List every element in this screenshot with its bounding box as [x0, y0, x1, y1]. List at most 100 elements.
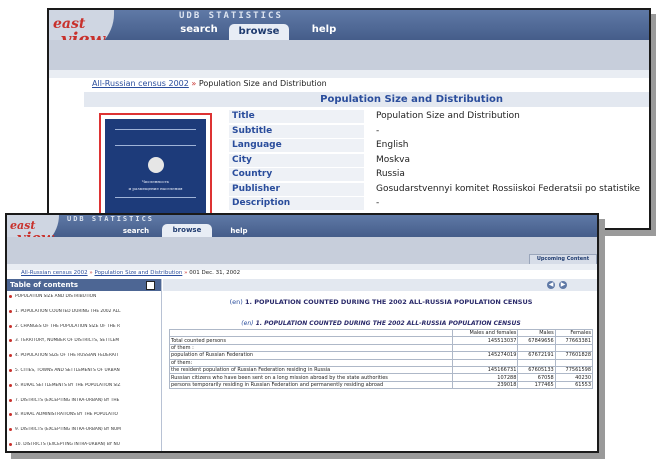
cell-value: 77663381: [554, 336, 594, 345]
header-bar: UDB STATISTICS search browse help: [7, 215, 597, 237]
bullet-icon: [9, 295, 12, 298]
toc-item[interactable]: 6. RURAL SETTLEMENTS BY THE POPULATION S…: [7, 383, 161, 388]
toc-item[interactable]: 2. CHANGES OF THE POPULATION SIZE OF THE…: [7, 324, 161, 329]
prev-page-icon[interactable]: ◀: [547, 281, 555, 289]
table-row: Total counted persons 145513037 67849656 77…: [169, 336, 594, 345]
tab-browse[interactable]: browse: [229, 24, 289, 40]
cell-value: [451, 343, 519, 353]
table-row: persons temporarily residing in Russian …: [169, 380, 594, 390]
cell-value: 67672191: [517, 351, 556, 360]
table-row: the resident population of Russian Feder…: [169, 365, 594, 375]
breadcrumb-separator: »: [89, 270, 93, 276]
cell-value: 67849656: [517, 336, 556, 345]
metadata-value: Gosudarstvennyi komitet Rossiiskoi Feder…: [376, 183, 641, 194]
toc-title: Table of contents: [10, 281, 79, 289]
page-title: Population Size and Distribution: [320, 94, 503, 105]
breadcrumb-separator: »: [191, 79, 197, 88]
cell-value: 67058: [517, 373, 556, 382]
metadata-row: Publisher Gosudarstvennyi komitet Rossiis…: [229, 182, 649, 196]
tab-browse[interactable]: browse: [162, 224, 212, 237]
sub-bar: [49, 40, 649, 70]
cell-value: [517, 343, 556, 353]
window-metadata: UDB STATISTICS search browse help east v…: [47, 8, 651, 230]
toc-item[interactable]: 7. DISTRICTS (EXCEPTING INTRA-URBAN) BY …: [7, 398, 161, 403]
toc-item[interactable]: 4. POPULATION SIZE OF THE RUSSIAN FEDERA…: [7, 353, 161, 358]
toc-item[interactable]: 5. CITIES, TOWNS AND SETTLEMENTS OF URBA…: [7, 368, 161, 373]
toc-item[interactable]: POPULATION SIZE AND DISTRIBUTION: [7, 294, 161, 299]
tab-search[interactable]: search: [107, 227, 165, 235]
toc-item-label: 8. RURAL ADMINISTRATIONS BY THE POPULATI…: [15, 412, 118, 418]
tab-search[interactable]: search: [169, 24, 229, 35]
breadcrumb-current: Population Size and Distribution: [198, 79, 327, 88]
bullet-icon: [9, 369, 12, 372]
bullet-icon: [9, 428, 12, 432]
toc-item-label: 7. DISTRICTS (EXCEPTING INTRA-URBAN) BY …: [15, 397, 120, 403]
toc-item-label: 9. DISTRICTS (EXCEPTING INTRA-URBAN) BY …: [15, 427, 121, 433]
column-header: Males: [517, 328, 556, 338]
toc-item[interactable]: 3. TERRITORY, NUMBER OF DISTRICTS, SETTL…: [7, 338, 161, 343]
table-row: Russian citizens who have been sent on a…: [169, 373, 594, 382]
metadata-value: Russia: [376, 169, 405, 179]
table-header-row: Males and females Males Females: [169, 328, 594, 338]
section-heading: (en) 1. POPULATION COUNTED DURING THE 20…: [163, 298, 597, 306]
toc-item[interactable]: 10. DISTRICTS (EXCEPTING INTRA-URBAN) BY…: [7, 442, 161, 447]
toc-item-label: 1. POPULATION COUNTED DURING THE 2002 AL…: [15, 308, 121, 314]
breadcrumb-link-census[interactable]: All-Russian census 2002: [21, 270, 88, 276]
cell-value: 145513037: [451, 336, 519, 345]
window-document: UDB STATISTICS search browse help east v…: [5, 213, 599, 453]
cell-value: 77561598: [554, 365, 594, 375]
metadata-key: Subtitle: [229, 124, 364, 138]
cell-value: 107288: [451, 373, 519, 382]
tab-help[interactable]: help: [219, 227, 259, 235]
lang-tag-en[interactable]: (en): [241, 320, 253, 327]
close-toc-icon[interactable]: [146, 281, 155, 290]
metadata-key: Description: [229, 197, 364, 210]
cell-value: 61553: [554, 380, 594, 390]
cell-value: 145166731: [451, 365, 519, 375]
metadata-key: Publisher: [229, 182, 364, 196]
page-title-bar: Population Size and Distribution: [84, 92, 649, 107]
cover-text-2: и размещение населения: [128, 186, 183, 191]
document-content: ◀ ▶ (en) 1. POPULATION COUNTED DURING TH…: [163, 279, 597, 451]
cell-value: [517, 358, 556, 367]
bullet-icon: [9, 354, 12, 358]
emblem-icon: [147, 157, 164, 173]
bullet-icon: [9, 383, 12, 387]
cell-value: 239018: [451, 380, 519, 390]
row-label: population of Russian Federation: [169, 351, 453, 360]
metadata-value: English: [376, 140, 409, 150]
tab-help[interactable]: help: [299, 24, 349, 35]
lang-tag-en[interactable]: (en): [230, 298, 243, 306]
bullet-icon: [9, 309, 12, 313]
cover-rule: [115, 145, 196, 146]
metadata-value: Population Size and Distribution: [376, 111, 520, 121]
sub-bar: [7, 237, 597, 264]
next-page-icon[interactable]: ▶: [559, 281, 567, 289]
cell-value: [451, 358, 519, 367]
table-heading-text: 1. POPULATION COUNTED DURING THE 2002 AL…: [255, 320, 521, 327]
toc-item[interactable]: 1. POPULATION COUNTED DURING THE 2002 AL…: [7, 309, 161, 314]
cover-rule: [115, 197, 196, 198]
toc-item[interactable]: 9. DISTRICTS (EXCEPTING INTRA-URBAN) BY …: [7, 427, 161, 432]
toc-item-label: 10. DISTRICTS (EXCEPTING INTRA-URBAN) BY…: [15, 442, 120, 447]
toc-item-label: 4. POPULATION SIZE OF THE RUSSIAN FEDERA…: [15, 353, 119, 359]
metadata-row: Language English: [229, 139, 649, 152]
breadcrumb-link-census[interactable]: All-Russian census 2002: [92, 79, 189, 88]
udb-statistics-label: UDB STATISTICS: [67, 215, 155, 223]
breadcrumb-link-population[interactable]: Population Size and Distribution: [94, 270, 182, 276]
toc-item-label: POPULATION SIZE AND DISTRIBUTION: [15, 294, 97, 299]
metadata-key: Title: [229, 110, 364, 123]
table-heading: (en) 1. POPULATION COUNTED DURING THE 20…: [163, 320, 597, 327]
toc-item-label: 2. CHANGES OF THE POPULATION SIZE OF THE…: [15, 323, 120, 329]
cell-value: 145274019: [451, 351, 519, 360]
toc-item[interactable]: 8. RURAL ADMINISTRATIONS BY THE POPULATI…: [7, 412, 161, 417]
metadata-row: Description -: [229, 197, 649, 210]
toc-item-label: 6. RURAL SETTLEMENTS BY THE POPULATION S…: [15, 382, 121, 388]
metadata-value: -: [376, 198, 380, 208]
toc-item-label: 5. CITIES, TOWNS AND SETTLEMENTS OF URBA…: [15, 368, 120, 373]
bullet-icon: [9, 398, 12, 402]
cell-value: 67605133: [517, 365, 556, 375]
udb-statistics-label: UDB STATISTICS: [179, 11, 283, 21]
section-heading-text: 1. POPULATION COUNTED DURING THE 2002 AL…: [245, 298, 533, 306]
bullet-icon: [9, 413, 12, 417]
